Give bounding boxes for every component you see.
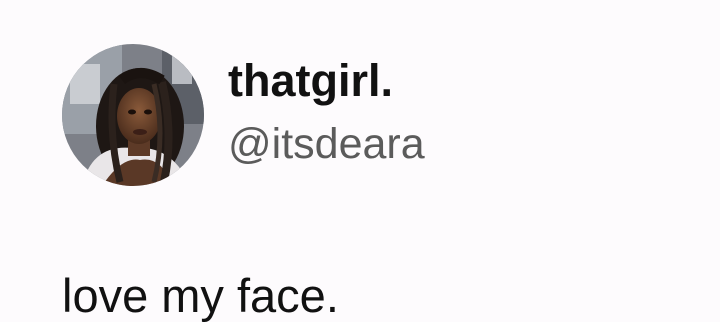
author-avatar[interactable] <box>62 44 204 186</box>
post-card: thatgirl. @itsdeara love my face. <box>0 0 720 322</box>
author-display-name[interactable]: thatgirl. <box>228 58 393 103</box>
post-text: love my face. <box>62 269 339 322</box>
author-handle[interactable]: @itsdeara <box>228 123 425 166</box>
profile-photo-icon <box>62 44 204 186</box>
